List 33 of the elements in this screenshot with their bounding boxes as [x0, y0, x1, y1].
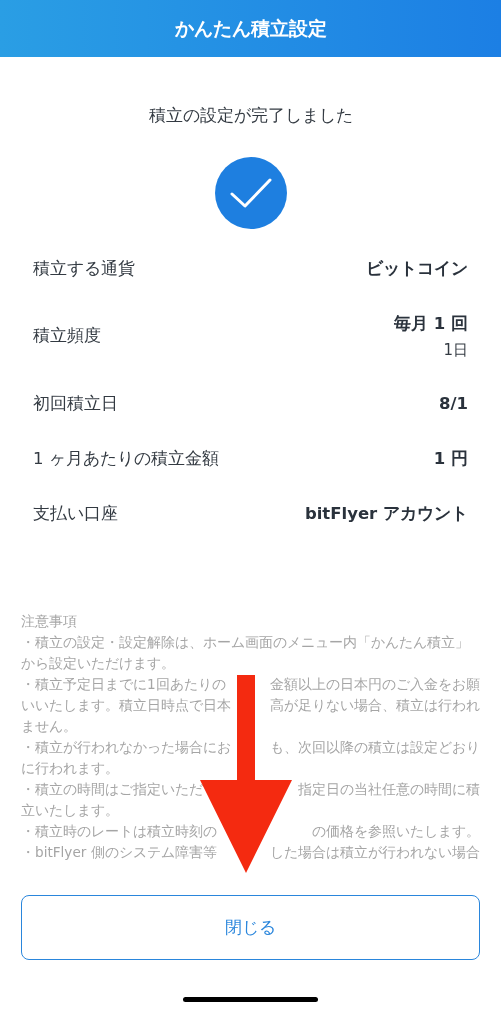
- detail-label: 1 ヶ月あたりの積立金額: [33, 447, 219, 470]
- notes-title: 注意事項: [21, 612, 78, 631]
- detail-value: 8/1: [439, 394, 468, 413]
- detail-label: 支払い口座: [33, 502, 118, 525]
- note-text: ません。: [21, 717, 77, 736]
- detail-subvalue: 1日: [443, 340, 468, 360]
- checkmark-icon: [214, 157, 287, 229]
- detail-value: 1 円: [433, 447, 468, 470]
- note-text: ・積立時のレートは積立時刻の: [21, 822, 217, 841]
- note-text: ・積立の設定・設定解除は、ホーム画面のメニュー内「かんたん積立」: [21, 633, 469, 652]
- note-text: 金額以上の日本円のご入金をお願: [270, 675, 480, 694]
- note-text: いいたします。積立日時点で日本: [21, 696, 231, 715]
- close-button[interactable]: 閉じる: [21, 895, 480, 960]
- detail-label: 積立する通貨: [33, 257, 135, 280]
- completion-message: 積立の設定が完了しました: [148, 104, 353, 127]
- note-text: も、次回以降の積立は設定どおり: [270, 738, 480, 757]
- detail-value: bitFlyer アカウント: [304, 502, 468, 525]
- note-text: 高が足りない場合、積立は行われ: [270, 696, 480, 715]
- detail-value: 毎月 1 回: [394, 312, 468, 335]
- note-text: ・積立の時間はご指定いただ: [21, 780, 203, 799]
- note-text: の価格を参照いたします。: [312, 822, 480, 841]
- note-text: から設定いただけます。: [21, 654, 175, 673]
- note-text: ・積立予定日までに1回あたりの: [21, 675, 226, 694]
- note-text: に行われます。: [21, 759, 119, 778]
- note-text: した場合は積立が行われない場合: [270, 843, 480, 862]
- note-text: ・bitFlyer 側のシステム障害等: [21, 843, 217, 862]
- detail-value: ビットコイン: [366, 257, 468, 280]
- note-text: 立いたします。: [21, 801, 119, 820]
- detail-label: 初回積立日: [33, 392, 118, 415]
- note-text: ・積立が行われなかった場合にお: [21, 738, 231, 757]
- note-text: 指定日の当社任意の時間に積: [298, 780, 480, 799]
- screen-title: かんたん積立設定: [174, 15, 327, 41]
- detail-label: 積立頻度: [33, 325, 101, 347]
